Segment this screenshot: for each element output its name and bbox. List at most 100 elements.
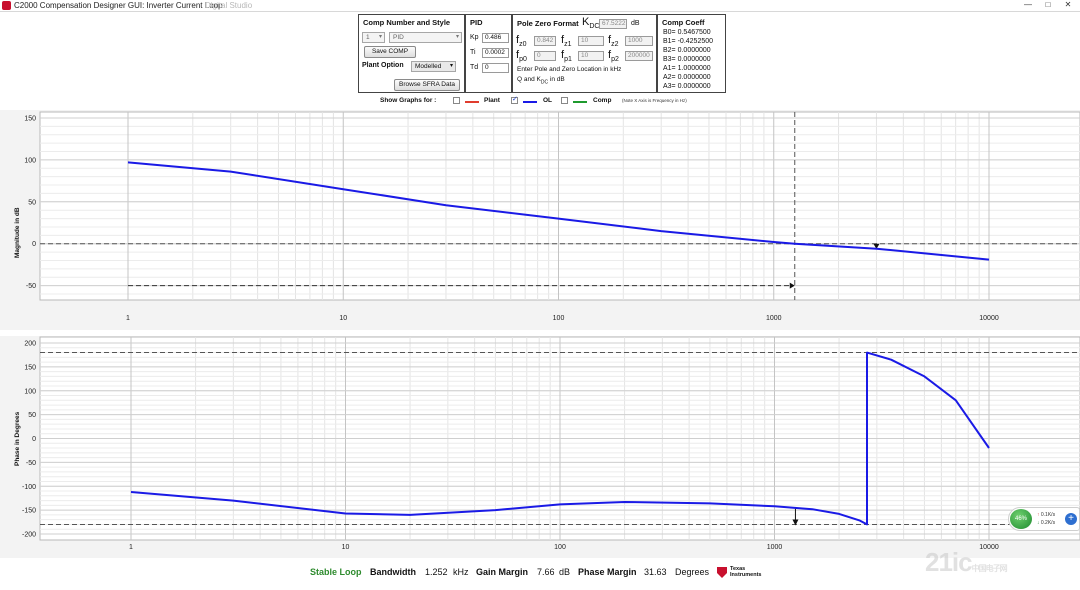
comp-number-select[interactable]: 1 ▾	[362, 32, 385, 43]
pz-panel-title: Pole Zero Format	[517, 19, 579, 28]
ti-app-icon	[2, 1, 11, 10]
kdc-input[interactable]: 67.5222	[599, 19, 627, 29]
x-tick-label: 1	[126, 315, 130, 322]
fp2-input[interactable]: 200000	[625, 51, 653, 61]
coeff-b0: B0= 0.5467500	[663, 29, 711, 36]
y-tick-label: -50	[26, 283, 36, 290]
y-tick-label: -100	[22, 484, 36, 491]
close-button[interactable]: ✕	[1060, 0, 1076, 10]
magnitude-plot[interactable]: 1 10 100 1000 10000 150 100 50 0 -50 Magnitude in…	[0, 110, 1080, 330]
pz-note-sub: DC	[540, 79, 549, 86]
y-tick-label: 0	[32, 241, 36, 248]
fz0-input[interactable]: 0.842	[534, 36, 556, 46]
plant-checkbox[interactable]	[453, 97, 460, 104]
x-tick-label: 1000	[766, 315, 782, 322]
y-tick-label: 200	[24, 341, 36, 348]
fz1-label: fz1	[561, 34, 571, 48]
phase-plot[interactable]: 1 10 100 1000 10000 200 150 100 50 0 -50 -100 -150 -2…	[0, 336, 1080, 558]
plant-option-select[interactable]: Modelled ▾	[411, 61, 456, 72]
kp-label: Kp	[470, 34, 479, 41]
x-tick-label: 10000	[979, 315, 999, 322]
coeff-panel-title: Comp Coeff	[662, 18, 705, 27]
td-input[interactable]: 0	[482, 63, 509, 73]
comp-number-panel: Comp Number and Style 1 ▾ PID ▾ Save COMP …	[358, 14, 465, 93]
fp2-label: fp2	[608, 49, 619, 63]
comp-style-select[interactable]: PID ▾	[389, 32, 462, 43]
pz-note-line1: Enter Pole and Zero Location in kHz	[517, 66, 622, 73]
y-tick-label: 0	[32, 436, 36, 443]
comp-number-value: 1	[366, 34, 370, 41]
x-tick-label: 100	[553, 315, 565, 322]
download-rate: 0.2K/s	[1040, 520, 1056, 526]
plant-option-value: Modelled	[415, 63, 442, 70]
chevron-down-icon: ▾	[455, 34, 459, 40]
upload-rate: 0.1K/s	[1040, 512, 1056, 518]
kp-input[interactable]: 0.486	[482, 33, 509, 43]
comp-panel-title: Comp Number and Style	[363, 18, 451, 27]
x-tick-label: 1000	[767, 544, 783, 551]
stable-loop-label: Stable Loop	[310, 567, 362, 577]
y-tick-label: 100	[24, 388, 36, 395]
title-bar: C2000 Compensation Designer GUI: Inverte…	[0, 0, 1080, 12]
pid-panel-title: PID	[470, 18, 483, 27]
ti-input[interactable]: 0.0002	[482, 48, 509, 58]
window-title: C2000 Compensation Designer GUI: Inverte…	[14, 1, 223, 10]
network-usage-gauge: 46%	[1010, 509, 1032, 529]
y-tick-label: 150	[24, 364, 36, 371]
fz2-label: fz2	[608, 34, 618, 48]
magnitude-chart: 1 10 100 1000 10000 150 100 50 0 -50	[24, 111, 1080, 322]
fp1-label: fp1	[561, 49, 572, 63]
chevron-down-icon: ▾	[378, 34, 382, 40]
comp-style-value: PID	[393, 34, 404, 41]
maximize-button[interactable]: □	[1040, 0, 1056, 10]
save-comp-button[interactable]: Save COMP	[364, 46, 416, 58]
download-arrow-icon: ↓	[1037, 520, 1040, 526]
td-label: Td	[470, 64, 479, 71]
upload-arrow-icon: ↑	[1037, 512, 1040, 518]
x-tick-label: 10	[342, 544, 350, 551]
x-axis-note: (Note X Axis is Frequency in Hz)	[622, 98, 687, 103]
pz-note-db: in dB	[548, 76, 565, 83]
fz1-input[interactable]: 10	[578, 36, 604, 46]
pid-panel: PID Kp 0.486 Ti 0.0002 Td 0	[465, 14, 512, 93]
plus-icon[interactable]: +	[1065, 513, 1077, 525]
fp0-input[interactable]: 0	[534, 51, 556, 61]
pz-note-q: Q and K	[517, 76, 541, 83]
fz1-sub: z1	[564, 41, 572, 49]
comp-checkbox[interactable]	[561, 97, 568, 104]
ol-legend-label: OL	[543, 97, 553, 104]
y-tick-label: -50	[26, 460, 36, 467]
browse-sfra-button[interactable]: Browse SFRA Data	[394, 79, 460, 91]
fz2-input[interactable]: 1000	[625, 36, 653, 46]
coeff-b1: B1= -0.4252500	[663, 38, 714, 45]
gain-margin-label: Gain Margin	[476, 567, 529, 577]
phase-chart: 1 10 100 1000 10000200150100500-50-100-150-2…	[22, 336, 1080, 551]
magnitude-y-label: Magnitude in dB	[14, 207, 21, 258]
fz0-sub: z0	[519, 41, 527, 49]
minimize-button[interactable]: —	[1020, 0, 1036, 10]
ol-checkbox[interactable]	[511, 95, 518, 104]
coeff-b3: B3= 0.0000000	[663, 56, 711, 63]
y-tick-label: 50	[28, 199, 36, 206]
ti-line2: Instruments	[730, 572, 762, 578]
gain-margin-unit: dB	[559, 567, 571, 577]
phase-y-label: Phase in Degrees	[14, 411, 21, 466]
y-tick-label: 100	[24, 157, 36, 164]
network-rates: ↑ 0.1K/s ↓ 0.2K/s	[1037, 511, 1055, 527]
kdc-sub: DC	[589, 23, 600, 31]
x-tick-label: 1	[129, 544, 133, 551]
x-tick-label: 10	[339, 315, 347, 322]
background-window-title: Digital Studio	[205, 1, 253, 10]
network-speed-widget[interactable]: 46% ↑ 0.1K/s ↓ 0.2K/s +	[1008, 507, 1080, 531]
comp-coeff-panel: Comp Coeff B0= 0.5467500 B1= -0.4252500 …	[657, 14, 726, 93]
coeff-b2: B2= 0.0000000	[663, 47, 711, 54]
ti-label: Ti	[470, 49, 476, 56]
plant-option-label: Plant Option	[362, 62, 404, 69]
ti-wordmark: Texas Instruments	[730, 566, 761, 578]
y-tick-label: 150	[24, 116, 36, 123]
status-bar: Stable Loop Bandwidth 1.252 kHz Gain Mar…	[0, 560, 1080, 590]
fp1-input[interactable]: 10	[578, 51, 604, 61]
fp0-sub: p0	[519, 56, 527, 64]
coeff-a2: A2= 0.0000000	[663, 74, 711, 81]
y-tick-label: 50	[28, 412, 36, 419]
